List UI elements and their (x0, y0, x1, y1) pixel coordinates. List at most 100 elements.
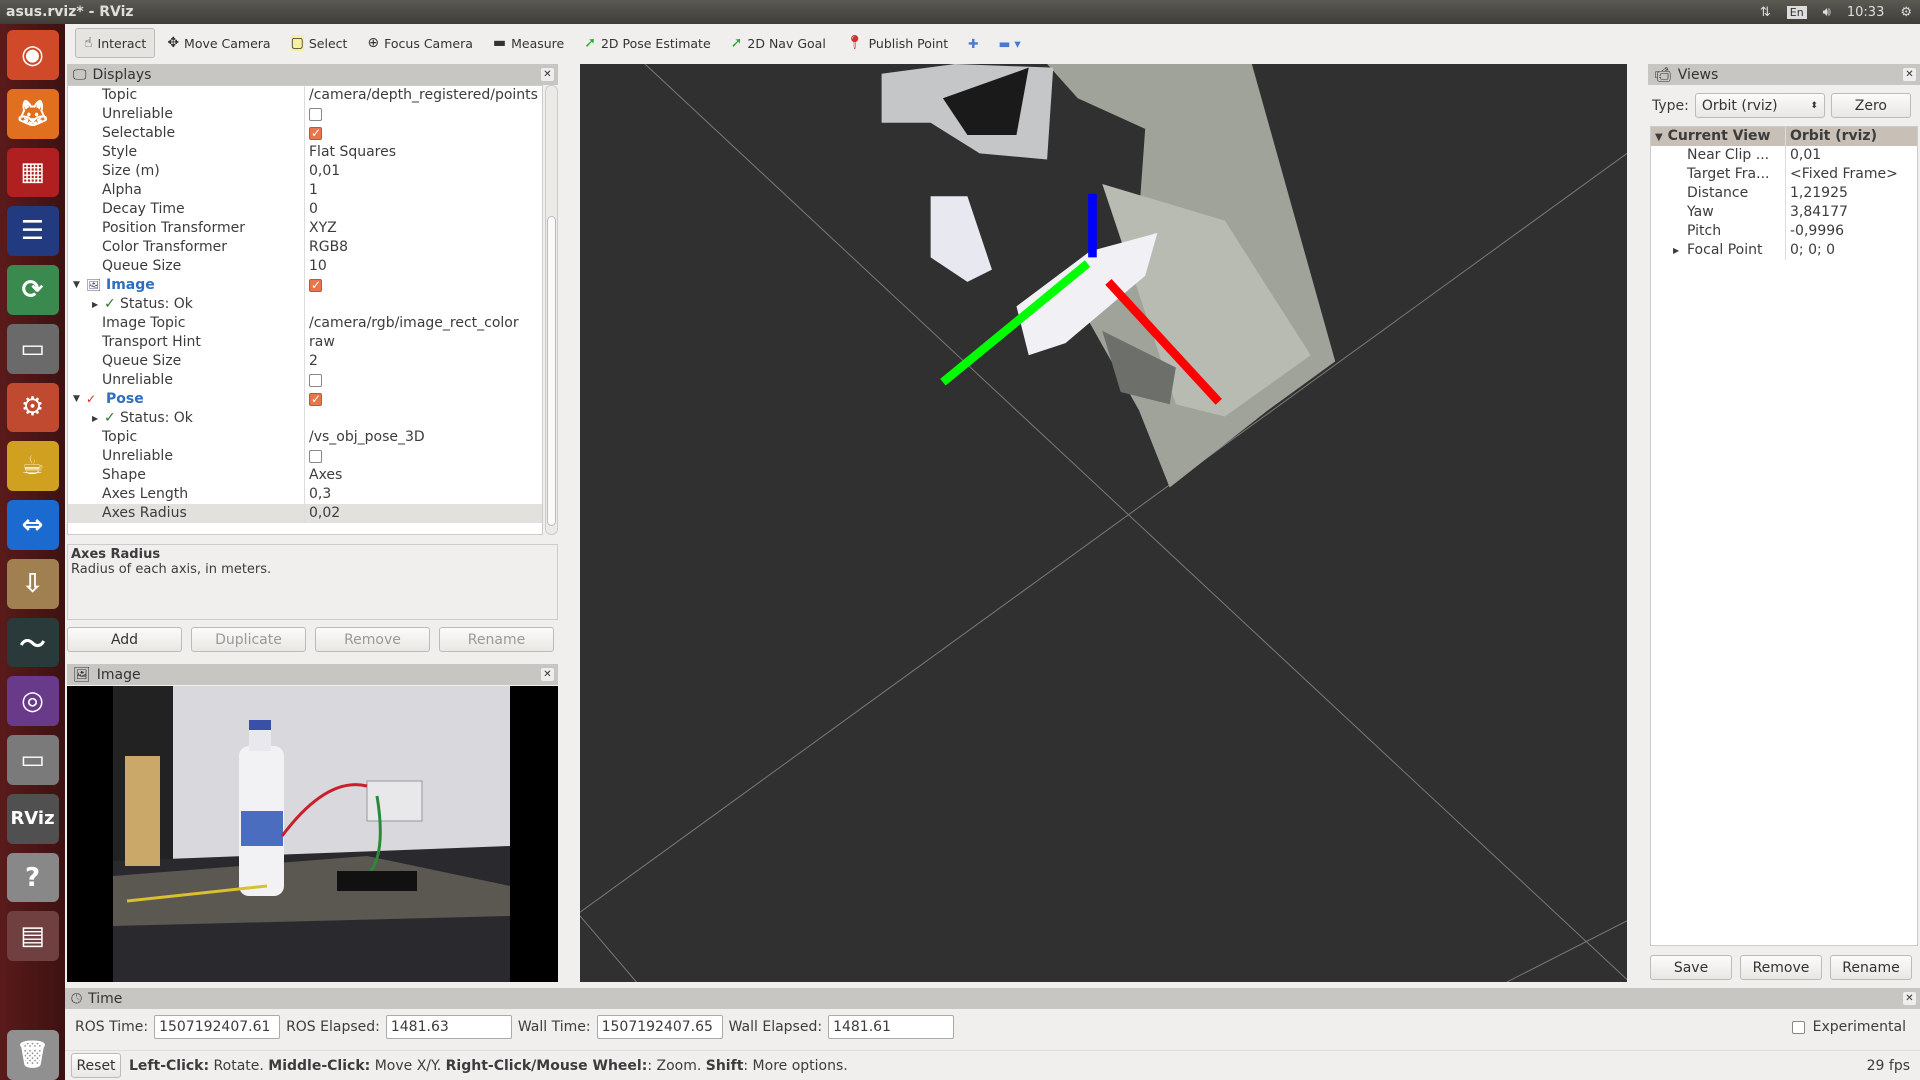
checkbox[interactable] (309, 449, 322, 463)
property-value[interactable]: /camera/rgb/image_rect_color (304, 314, 542, 333)
experimental-checkbox[interactable]: Experimental (1791, 1019, 1906, 1035)
current-view-row[interactable]: ▼ Current View Orbit (rviz) (1651, 127, 1917, 146)
property-row[interactable]: Image Topic/camera/rgb/image_rect_color (68, 314, 542, 333)
gear-icon[interactable]: ⚙ (1900, 5, 1912, 20)
property-value[interactable]: /camera/depth_registered/points (304, 86, 542, 105)
property-row[interactable]: Alpha 1 (68, 181, 542, 200)
3d-scene[interactable] (580, 64, 1627, 982)
property-value[interactable]: Axes (304, 466, 542, 485)
launcher-system-monitor-app-icon[interactable]: ⟳ (6, 265, 59, 315)
property-value[interactable]: 0 (304, 200, 542, 219)
property-value[interactable]: 2 (304, 352, 542, 371)
property-value[interactable]: 10 (304, 257, 542, 276)
property-row[interactable]: Size (m) 0,01 (68, 162, 542, 181)
property-row[interactable]: Unreliable (68, 105, 542, 124)
launcher-teamviewer-icon[interactable]: ⇔ (6, 500, 59, 550)
property-value[interactable]: 1 (304, 181, 542, 200)
property-row[interactable]: Axes Length 0,3 (68, 485, 542, 504)
launcher-workspace-switcher-icon[interactable]: ▤ (6, 911, 59, 962)
tool-2d-nav-goal[interactable]: ➚ 2D Nav Goal (723, 28, 834, 58)
view-type-select[interactable]: Orbit (rviz) ⬍ (1694, 93, 1825, 118)
view-property-row[interactable]: Target Fra... <Fixed Frame> (1651, 165, 1917, 184)
tool-measure[interactable]: ▬ Measure (485, 28, 572, 58)
property-row[interactable]: Queue Size 10 (68, 257, 542, 276)
launcher-help-icon[interactable]: ? (6, 852, 59, 903)
property-row[interactable]: Transport Hint raw (68, 333, 542, 352)
display-image[interactable]: ▼ 🖼︎ Image (68, 276, 542, 295)
checkbox[interactable] (309, 107, 322, 121)
keyboard-layout[interactable]: En (1786, 5, 1807, 19)
wall-time-field[interactable]: 1507192407.65 (596, 1015, 723, 1039)
property-row[interactable]: ▶ ✓ Status: Ok (68, 409, 542, 428)
duplicate-button[interactable]: Duplicate (191, 627, 306, 652)
remove-button[interactable]: Remove (315, 627, 430, 652)
property-row[interactable]: Axes Radius 0,02 (68, 504, 542, 523)
launcher-media-app-icon[interactable]: ▦ (6, 147, 59, 198)
property-row[interactable]: Color Transformer RGB8 (68, 238, 542, 257)
property-value[interactable]: raw (304, 333, 542, 352)
ros-elapsed-field[interactable]: 1481.63 (385, 1015, 512, 1039)
save-view-button[interactable]: Save (1650, 955, 1732, 980)
property-row[interactable]: Style Flat Squares (68, 143, 542, 162)
property-value[interactable]: /vs_obj_pose_3D (304, 428, 542, 447)
property-row[interactable]: Topic/vs_obj_pose_3D (68, 428, 542, 447)
wall-elapsed-field[interactable]: 1481.61 (828, 1015, 955, 1039)
add-tool-icon[interactable]: ✚ (960, 28, 986, 58)
property-value[interactable]: 1,21925 (1785, 184, 1917, 203)
property-row[interactable]: Unreliable (68, 447, 542, 466)
checkbox[interactable] (309, 124, 322, 143)
launcher-firefox-icon[interactable]: 🦊︎ (6, 88, 59, 139)
property-row[interactable]: Position Transformer XYZ (68, 219, 542, 238)
ros-time-field[interactable]: 1507192407.61 (154, 1015, 281, 1039)
tool-2d-pose-estimate[interactable]: ➚ 2D Pose Estimate (576, 28, 718, 58)
launcher-files-icon[interactable]: ▭ (6, 323, 59, 374)
property-value[interactable]: XYZ (304, 219, 542, 238)
display-pose[interactable]: ▼ ✓ Pose (68, 390, 542, 409)
network-icon[interactable]: ⇅ (1760, 5, 1771, 20)
launcher-settings-icon[interactable]: ⚙ (6, 382, 59, 433)
close-icon[interactable]: ✕ (1903, 68, 1916, 81)
3d-view[interactable] (580, 64, 1627, 982)
collapse-icon[interactable]: ▼ (1655, 132, 1663, 143)
property-row[interactable]: Unreliable (68, 371, 542, 390)
launcher-trash-icon[interactable]: 🗑︎ (6, 1030, 59, 1080)
property-row[interactable]: Decay Time 0 (68, 200, 542, 219)
tool-move-camera[interactable]: ✥ Move Camera (159, 28, 278, 58)
add-button[interactable]: Add (67, 627, 182, 652)
checkbox[interactable] (1791, 1020, 1805, 1034)
property-value[interactable]: <Fixed Frame> (1785, 165, 1917, 184)
checkbox[interactable] (309, 276, 322, 295)
property-value[interactable]: 0,01 (1785, 146, 1917, 165)
collapse-icon[interactable]: ▼ (73, 276, 80, 295)
view-property-row[interactable]: Pitch -0,9996 (1651, 222, 1917, 241)
property-value[interactable]: 3,84177 (1785, 203, 1917, 222)
launcher-downloader-icon[interactable]: ⇩ (6, 558, 59, 609)
tool-publish-point[interactable]: 📍︎ Publish Point (838, 28, 956, 58)
close-icon[interactable]: ✕ (1903, 992, 1916, 1005)
expand-icon[interactable]: ▶ (1673, 241, 1679, 260)
property-value[interactable]: Flat Squares (304, 143, 542, 162)
property-row[interactable]: Queue Size 2 (68, 352, 542, 371)
checkbox[interactable] (309, 390, 322, 409)
remove-view-button[interactable]: Remove (1740, 955, 1822, 980)
property-row[interactable]: Topic/camera/depth_registered/points (68, 86, 542, 105)
reset-button[interactable]: Reset (71, 1053, 121, 1078)
launcher-system-monitor-icon[interactable]: 〜 (6, 617, 59, 668)
property-value[interactable]: 0,3 (304, 485, 542, 504)
displays-scrollbar[interactable] (545, 85, 558, 535)
close-icon[interactable]: ✕ (541, 68, 554, 81)
rename-button[interactable]: Rename (439, 627, 554, 652)
property-value[interactable]: 0,01 (304, 162, 542, 181)
volume-icon[interactable]: 🔊︎ (1823, 5, 1831, 20)
tool-focus-camera[interactable]: ⊕ Focus Camera (359, 28, 480, 58)
property-value[interactable]: RGB8 (304, 238, 542, 257)
launcher-webcam-app-icon[interactable]: ◎ (6, 676, 59, 727)
view-property-row[interactable]: Distance 1,21925 (1651, 184, 1917, 203)
tool-select[interactable]: ▢ Select (283, 28, 356, 58)
launcher-rviz-icon[interactable]: RViz (6, 793, 59, 844)
expand-icon[interactable]: ▶ (92, 409, 98, 428)
launcher-eclipse-icon[interactable]: ☰ (6, 206, 59, 257)
property-row[interactable]: ▶ ✓ Status: Ok (68, 295, 542, 314)
launcher-ubuntu-dash-icon[interactable]: ◉ (6, 30, 59, 80)
launcher-files-2-icon[interactable]: ▭ (6, 735, 59, 785)
